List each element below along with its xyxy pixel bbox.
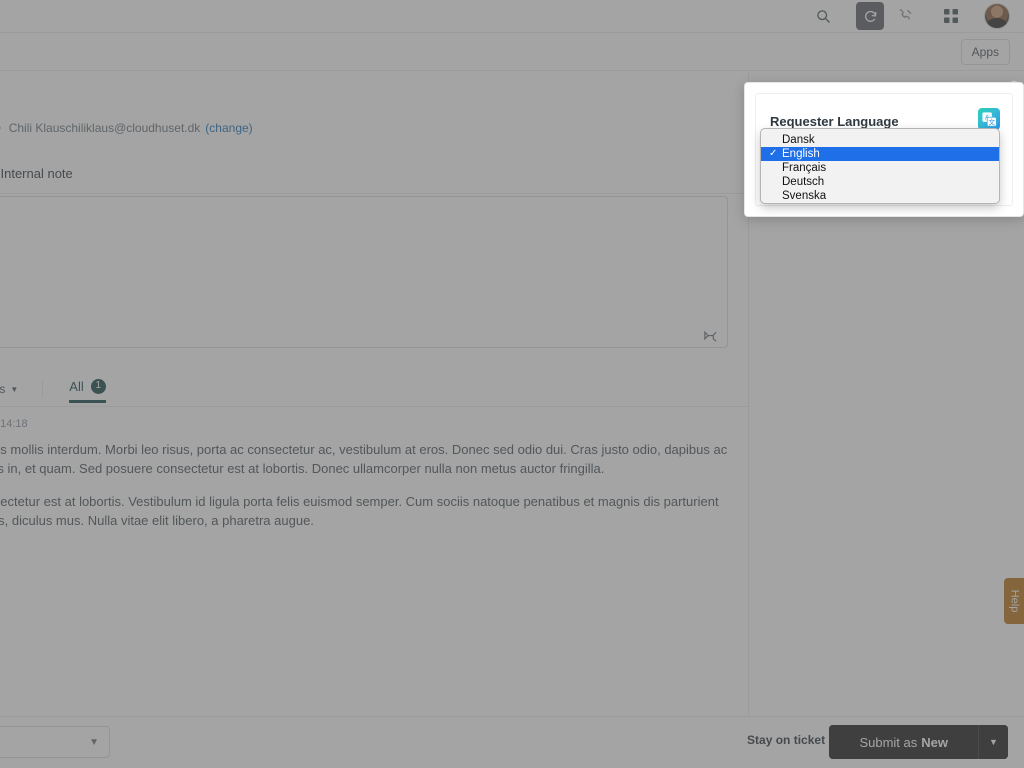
translate-icon: A 文 <box>978 108 1000 130</box>
language-option[interactable]: Svenska <box>761 189 999 203</box>
language-option-label: English <box>782 147 820 161</box>
language-option-label: Svenska <box>782 189 826 203</box>
language-option[interactable]: Dansk <box>761 133 999 147</box>
language-option[interactable]: ✓English <box>761 147 999 161</box>
svg-text:文: 文 <box>988 117 995 126</box>
language-option-label: Dansk <box>782 133 815 147</box>
check-icon: ✓ <box>769 147 782 161</box>
language-option[interactable]: Français <box>761 161 999 175</box>
modal-title: Requester Language <box>770 114 899 129</box>
language-option-label: Français <box>782 161 826 175</box>
language-option-label: Deutsch <box>782 175 824 189</box>
language-option[interactable]: Deutsch <box>761 175 999 189</box>
language-option-list[interactable]: Dansk✓EnglishFrançaisDeutschSvenska <box>760 128 1000 204</box>
